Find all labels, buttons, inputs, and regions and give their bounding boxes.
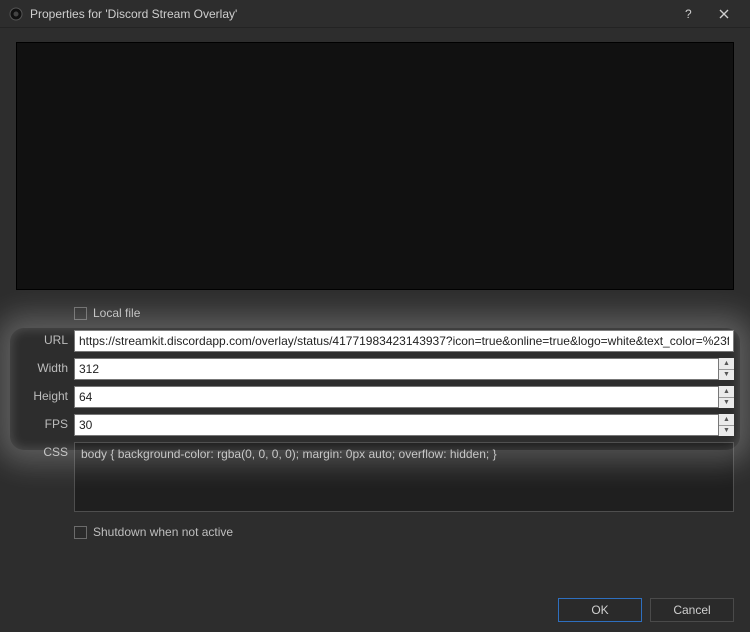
cancel-button[interactable]: Cancel <box>650 598 734 622</box>
local-file-checkbox[interactable] <box>74 307 87 320</box>
width-input[interactable] <box>74 358 734 380</box>
url-input[interactable] <box>74 330 734 352</box>
source-preview <box>16 42 734 290</box>
fps-input[interactable] <box>74 414 734 436</box>
height-input[interactable] <box>74 386 734 408</box>
form: Local file URL Width ▲▼ Height ▲▼ FPS ▲▼… <box>16 306 734 543</box>
url-label: URL <box>16 330 68 347</box>
fps-spinner[interactable]: ▲▼ <box>718 414 734 436</box>
width-spinner[interactable]: ▲▼ <box>718 358 734 380</box>
height-label: Height <box>16 386 68 403</box>
window-title: Properties for 'Discord Stream Overlay' <box>30 7 670 21</box>
fps-label: FPS <box>16 414 68 431</box>
close-button[interactable] <box>706 0 742 28</box>
dialog-footer: OK Cancel <box>16 584 734 622</box>
css-field-wrap <box>74 442 734 515</box>
dialog-body: Local file URL Width ▲▼ Height ▲▼ FPS ▲▼… <box>0 28 750 632</box>
app-icon <box>8 6 24 22</box>
svg-text:?: ? <box>685 7 692 21</box>
css-label: CSS <box>16 442 68 459</box>
width-label: Width <box>16 358 68 375</box>
cancel-button-label: Cancel <box>673 603 710 617</box>
url-field-wrap <box>74 330 734 352</box>
help-button[interactable]: ? <box>670 0 706 28</box>
shutdown-row: Shutdown when not active <box>74 525 734 539</box>
titlebar: Properties for 'Discord Stream Overlay' … <box>0 0 750 28</box>
local-file-row: Local file <box>74 306 734 320</box>
height-spinner[interactable]: ▲▼ <box>718 386 734 408</box>
properties-dialog: Properties for 'Discord Stream Overlay' … <box>0 0 750 632</box>
shutdown-label: Shutdown when not active <box>93 525 233 539</box>
ok-button[interactable]: OK <box>558 598 642 622</box>
fps-field-wrap: ▲▼ <box>74 414 734 436</box>
shutdown-checkbox[interactable] <box>74 526 87 539</box>
css-textarea[interactable] <box>74 442 734 512</box>
local-file-label: Local file <box>93 306 140 320</box>
height-field-wrap: ▲▼ <box>74 386 734 408</box>
ok-button-label: OK <box>591 603 608 617</box>
width-field-wrap: ▲▼ <box>74 358 734 380</box>
